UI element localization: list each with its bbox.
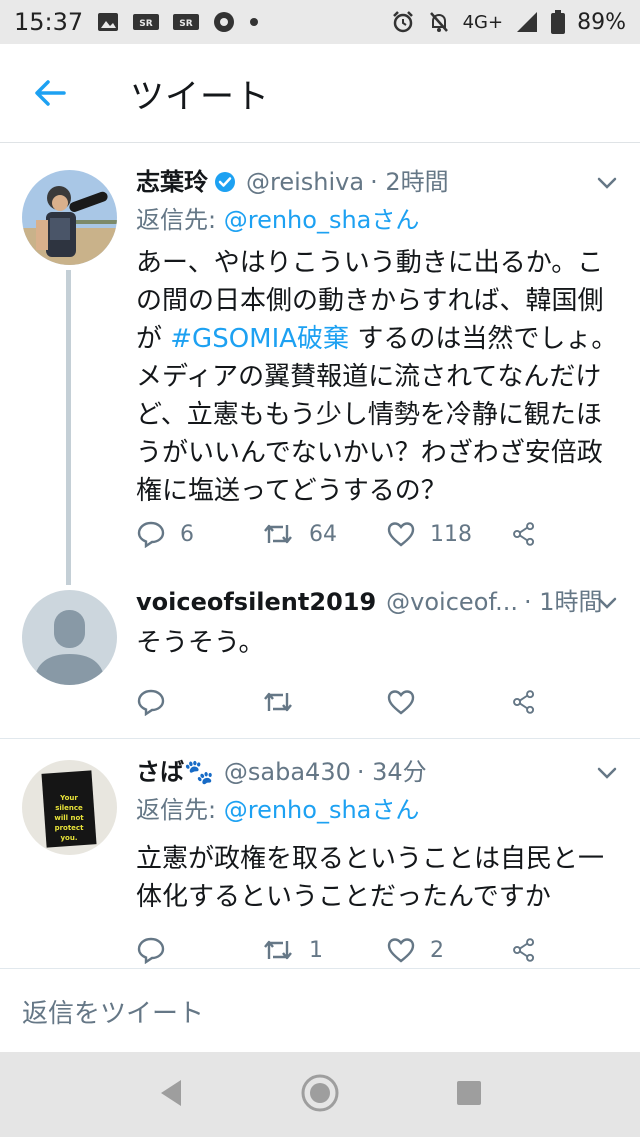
display-name[interactable]: 志葉玲 (136, 164, 208, 200)
tweet-text: そうそう。 (136, 628, 265, 658)
clock: 15:37 (14, 8, 84, 36)
back-triangle-icon (161, 1079, 182, 1106)
tweet[interactable]: voiceofsilent2019 @voiceof... · 1時間 そうそう… (0, 580, 640, 740)
timestamp[interactable]: · 34分 (357, 754, 427, 790)
mention-link[interactable]: @renho_shaさん (224, 206, 420, 234)
thread-line (66, 270, 71, 585)
verified-icon (214, 171, 236, 193)
heart-icon (387, 522, 415, 547)
reply-context: 返信先: @renho_shaさん (136, 790, 620, 830)
like-count: 118 (430, 521, 472, 547)
reply-icon (137, 689, 165, 716)
tweet-actions (136, 682, 556, 722)
chevron-down-icon[interactable] (594, 760, 620, 786)
network-type: 4G+ (462, 11, 504, 33)
hashtag-link[interactable]: #GSOMIA破棄 (170, 324, 349, 354)
avatar[interactable]: Your silence will not protect you. (22, 760, 117, 855)
like-button[interactable]: 2 (386, 930, 511, 970)
like-button[interactable]: 118 (386, 514, 511, 554)
app-header: ツイート (0, 44, 640, 143)
retweet-icon (264, 692, 292, 712)
chevron-down-icon[interactable] (594, 170, 620, 196)
avatar-text: protect (55, 824, 85, 832)
tweet-text: 立憲が政権を取るということは自民と一体化するということだったんですか (136, 844, 605, 912)
display-name[interactable]: さば🐾 (136, 754, 214, 790)
recents-square-icon (456, 1080, 481, 1105)
heart-icon (387, 938, 415, 963)
reply-compose-bar[interactable]: 返信をツイート (0, 968, 640, 1053)
heart-icon (387, 690, 415, 715)
retweet-icon (264, 524, 292, 544)
user-handle[interactable]: @saba430 (224, 754, 351, 790)
tweet-header: voiceofsilent2019 @voiceof... · 1時間 (136, 584, 620, 620)
display-name[interactable]: voiceofsilent2019 (136, 584, 376, 620)
share-icon (513, 938, 535, 962)
chrome-icon (213, 11, 235, 33)
tweet-actions: 6 64 118 (136, 514, 556, 554)
nav-recents-button[interactable] (455, 1079, 483, 1111)
timestamp[interactable]: · 1時間 (524, 584, 603, 620)
reply-prefix: 返信先: (136, 206, 217, 234)
avatar-text: you. (60, 834, 77, 842)
share-button[interactable] (511, 682, 551, 722)
reply-prefix: 返信先: (136, 796, 217, 824)
avatar[interactable] (22, 170, 117, 265)
retweet-count: 64 (309, 521, 337, 547)
arrow-left-icon (35, 80, 66, 106)
battery-level: 89% (577, 9, 626, 35)
tweet-text: あー、やはりこういう動きに出るか。この間の日本側の動きからすれば、韓国側が #G… (136, 244, 620, 510)
avatar-text: will not (54, 814, 84, 822)
avatar-text: silence (55, 804, 83, 812)
svg-text:SR: SR (139, 19, 152, 29)
reply-icon (137, 937, 165, 964)
tweet-actions: 1 2 (136, 930, 556, 970)
reply-button[interactable] (136, 930, 261, 970)
retweet-count: 1 (309, 937, 323, 963)
signal-icon (515, 11, 539, 33)
page-title: ツイート (130, 76, 270, 117)
divider (0, 738, 640, 739)
dot-icon (249, 17, 259, 27)
tweet[interactable]: Your silence will not protect you. さば🐾 @… (0, 740, 640, 968)
reply-button[interactable]: 6 (136, 514, 261, 554)
retweet-icon (264, 940, 292, 960)
share-icon (513, 522, 535, 546)
user-handle[interactable]: @reishiva (246, 164, 364, 200)
chevron-down-icon[interactable] (594, 590, 620, 616)
status-bar: 15:37 SR SR 4G+ 89% (0, 0, 640, 44)
avatar[interactable] (22, 590, 117, 685)
reply-context: 返信先: @renho_shaさん (136, 200, 620, 240)
alarm-icon (391, 10, 415, 34)
home-circle-icon (301, 1074, 339, 1111)
back-button[interactable] (25, 68, 75, 118)
tweet-header: 志葉玲 @reishiva · 2時間 (136, 164, 620, 200)
mute-icon (427, 10, 451, 34)
reply-count: 6 (180, 521, 194, 547)
nav-back-button[interactable] (157, 1078, 185, 1112)
like-count: 2 (430, 937, 444, 963)
nav-home-button[interactable] (300, 1073, 340, 1117)
retweet-button[interactable]: 1 (261, 930, 386, 970)
battery-icon (551, 10, 566, 34)
reply-icon (137, 521, 165, 548)
tweet-header: さば🐾 @saba430 · 34分 (136, 754, 620, 790)
avatar-text: Your (59, 794, 78, 802)
share-button[interactable] (511, 930, 551, 970)
user-handle[interactable]: @voiceof... (386, 584, 518, 620)
like-button[interactable] (386, 682, 511, 722)
share-icon (513, 690, 535, 714)
svg-text:SR: SR (179, 19, 192, 29)
news-app-icon: SR (173, 14, 200, 30)
tweet[interactable]: 志葉玲 @reishiva · 2時間 返信先: @renho_shaさん あー… (0, 150, 640, 585)
retweet-button[interactable] (261, 682, 386, 722)
reply-button[interactable] (136, 682, 261, 722)
retweet-button[interactable]: 64 (261, 514, 386, 554)
timestamp[interactable]: · 2時間 (370, 164, 449, 200)
share-button[interactable] (511, 514, 551, 554)
reply-compose-placeholder[interactable]: 返信をツイート (22, 993, 204, 1030)
mention-link[interactable]: @renho_shaさん (224, 796, 420, 824)
image-icon (97, 12, 119, 32)
news-app-icon: SR (133, 14, 160, 30)
system-nav-bar (0, 1052, 640, 1137)
